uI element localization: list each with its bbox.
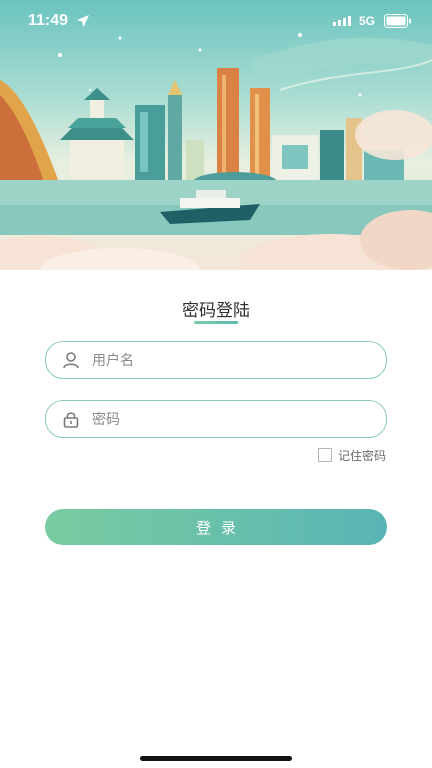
battery-icon	[384, 14, 411, 28]
status-bar: 11:49 5G	[0, 0, 432, 44]
remember-label: 记住密码	[337, 448, 386, 463]
remember-password[interactable]: 记住密码	[317, 447, 386, 463]
username-input[interactable]	[90, 342, 374, 380]
lock-icon	[63, 412, 79, 428]
page-title: 密码登陆	[182, 301, 250, 321]
password-input[interactable]	[90, 401, 374, 439]
home-indicator	[140, 756, 292, 761]
password-field[interactable]	[45, 400, 387, 439]
location-arrow-icon	[77, 15, 89, 27]
title-underline	[194, 321, 238, 324]
remember-checkbox[interactable]	[317, 448, 332, 462]
status-time: 11:49	[28, 12, 69, 29]
signal-icon	[333, 16, 351, 26]
user-icon	[63, 352, 79, 369]
username-field[interactable]	[45, 341, 387, 380]
login-button[interactable]: 登录	[45, 509, 387, 545]
network-type: 5G	[359, 14, 376, 28]
